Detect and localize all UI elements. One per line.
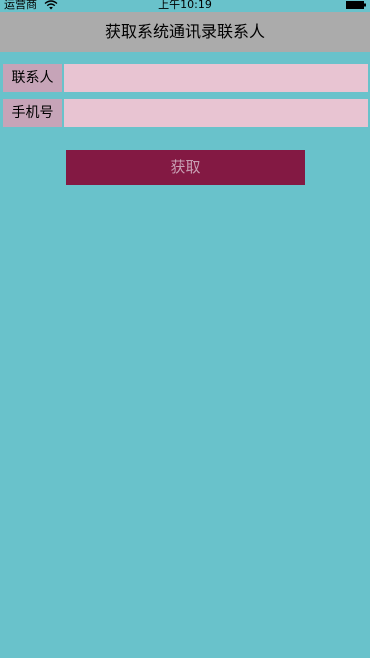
contact-input[interactable] — [64, 64, 368, 92]
status-time: 上午10:19 — [158, 0, 212, 11]
page-title: 获取系统通讯录联系人 — [104, 22, 265, 41]
phone-label: 手机号 — [3, 99, 62, 127]
navigation-bar: 获取系统通讯录联系人 — [0, 12, 370, 52]
phone-row: 手机号 — [3, 99, 368, 127]
status-bar: 运营商 上午10:19 — [0, 0, 370, 12]
fetch-button[interactable]: 获取 — [66, 150, 305, 185]
contact-row: 联系人 — [3, 64, 368, 92]
phone-input[interactable] — [64, 99, 368, 127]
contact-label: 联系人 — [3, 64, 62, 92]
battery-icon — [346, 1, 366, 9]
